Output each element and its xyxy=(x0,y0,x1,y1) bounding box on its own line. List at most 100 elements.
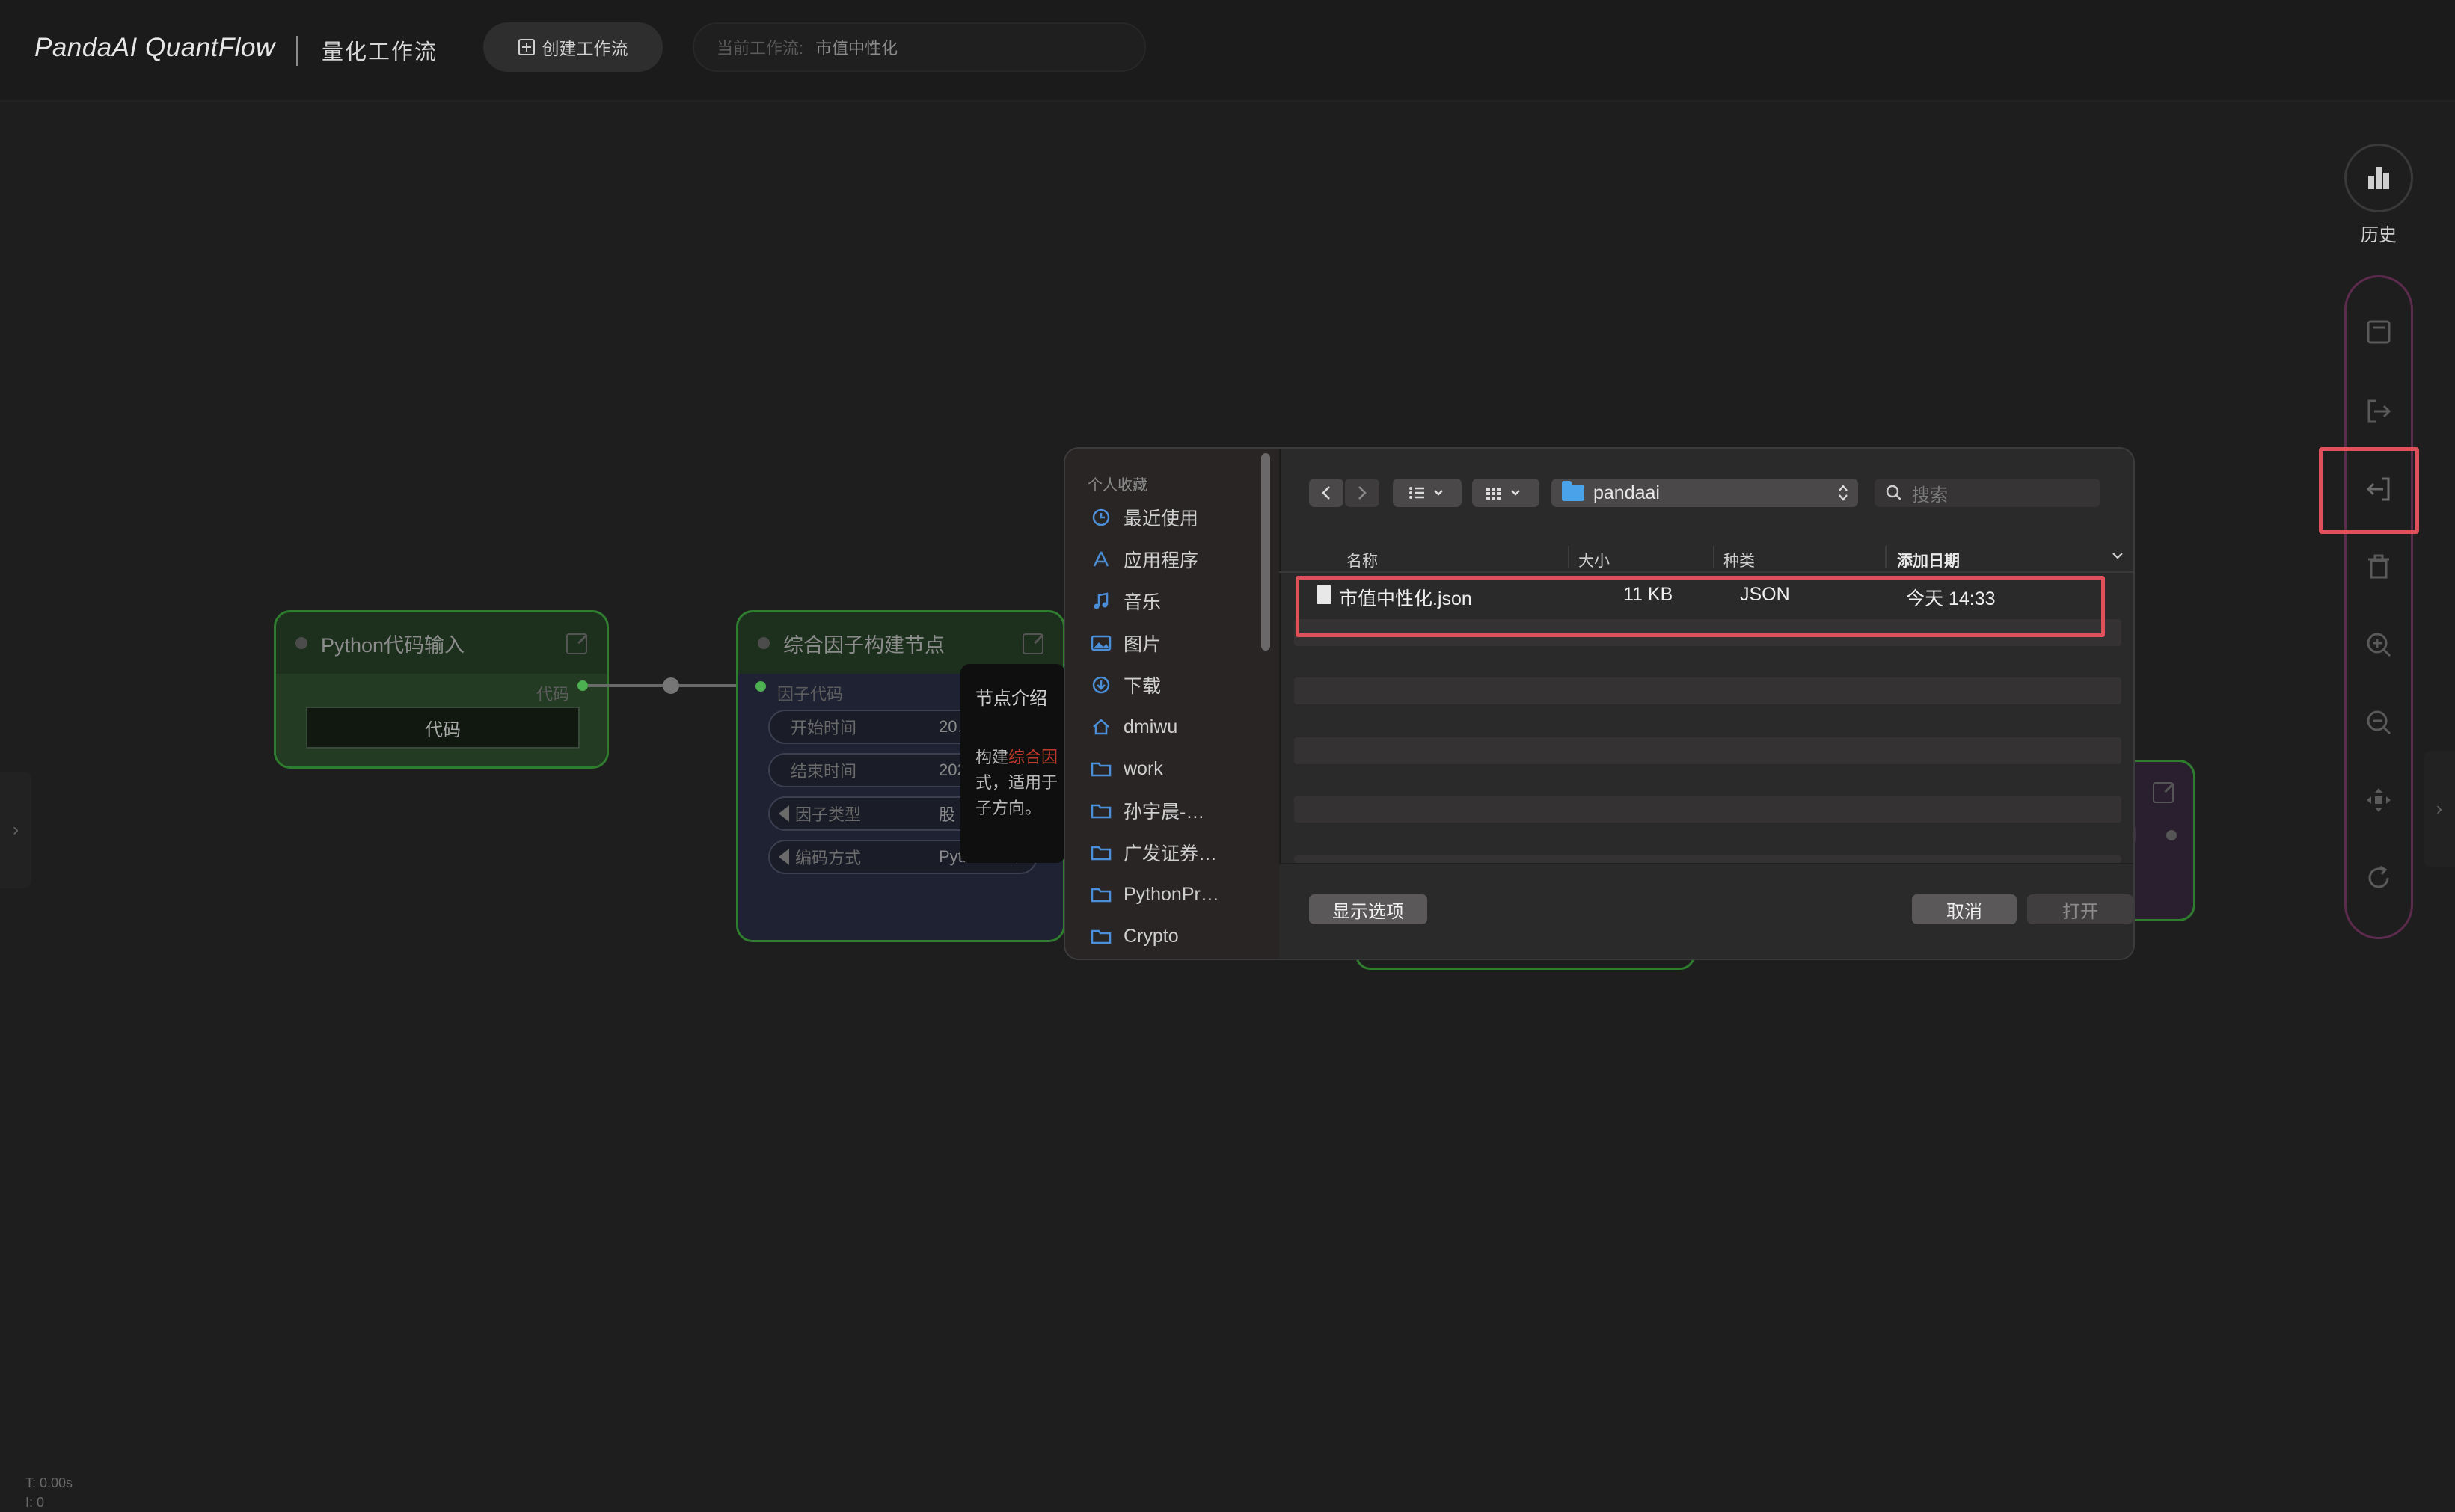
param-label: 开始时间 xyxy=(791,719,857,737)
right-panel-toggle[interactable]: › xyxy=(2424,751,2455,867)
open-button[interactable]: 打开 xyxy=(2027,894,2133,924)
up-down-chevron-icon xyxy=(1839,485,1848,501)
input-port[interactable] xyxy=(755,681,766,692)
forward-button[interactable] xyxy=(1345,479,1379,507)
column-divider xyxy=(1568,546,1569,568)
folder-icon xyxy=(1091,843,1112,862)
sidebar-item-music[interactable]: 音乐 xyxy=(1091,585,1161,618)
folder-icon xyxy=(1091,801,1112,820)
status-time: T: 0.00s xyxy=(25,1475,73,1490)
search-placeholder: 搜索 xyxy=(1912,485,1948,505)
create-workflow-button[interactable]: 创建工作流 xyxy=(483,22,663,72)
sidebar-item-applications[interactable]: 应用程序 xyxy=(1091,543,1198,576)
download-icon xyxy=(1091,675,1112,695)
sidebar-item-label: 音乐 xyxy=(1124,592,1162,613)
dialog-sidebar: 个人收藏 最近使用 应用程序 音乐 图片 下载 dmiwu work 孙宇晨-…… xyxy=(1065,449,1281,959)
current-workflow-field[interactable]: 当前工作流: 市值中性化 xyxy=(693,22,1146,72)
edge-handle[interactable] xyxy=(663,677,679,694)
sort-chevron-icon[interactable] xyxy=(2111,550,2124,561)
input-port-label: 因子代码 xyxy=(777,685,844,704)
column-divider xyxy=(1713,546,1714,568)
file-list-header: 名称 大小 种类 添加日期 xyxy=(1279,540,2133,573)
show-options-button[interactable]: 显示选项 xyxy=(1309,894,1427,924)
grid-view-icon xyxy=(1486,488,1520,500)
dialog-toolbar: pandaai 搜索 xyxy=(1279,449,2133,538)
empty-row xyxy=(1294,855,2121,863)
grid-view-button[interactable] xyxy=(1472,479,1539,507)
app-subtitle: 量化工作流 xyxy=(322,40,438,64)
sidebar-item-recents[interactable]: 最近使用 xyxy=(1091,501,1198,534)
empty-row xyxy=(1294,677,2121,704)
import-highlight-box xyxy=(2319,447,2419,534)
input-port[interactable] xyxy=(2166,830,2177,840)
current-workflow-name: 市值中性化 xyxy=(815,39,898,58)
app-title: PandaAI QuantFlow xyxy=(34,33,275,62)
delete-icon[interactable] xyxy=(2361,549,2397,585)
history-label: 历史 xyxy=(2361,225,2397,245)
sidebar-item-label: 应用程序 xyxy=(1124,550,1199,571)
pictures-icon xyxy=(1091,633,1112,653)
sidebar-item-label: 最近使用 xyxy=(1124,508,1199,529)
file-open-dialog: 个人收藏 最近使用 应用程序 音乐 图片 下载 dmiwu work 孙宇晨-…… xyxy=(1064,447,2135,960)
status-readout: T: 0.00s I: 0 xyxy=(25,1473,73,1512)
output-port[interactable] xyxy=(577,680,588,691)
sidebar-item-label: 下载 xyxy=(1124,676,1162,697)
edit-icon[interactable] xyxy=(1023,633,1043,654)
title-divider xyxy=(296,36,298,66)
chevron-right-icon xyxy=(1358,486,1367,500)
column-kind[interactable]: 种类 xyxy=(1723,549,1755,571)
node-intro-tooltip: 节点介绍 构建综合因式，适用于子方向。 xyxy=(960,664,1065,863)
sidebar-item-folder[interactable]: 孙宇晨-… xyxy=(1091,794,1204,827)
folder-path-popup[interactable]: pandaai xyxy=(1551,479,1858,507)
column-size[interactable]: 大小 xyxy=(1578,549,1610,571)
chevron-left-icon[interactable] xyxy=(779,805,789,822)
edit-icon[interactable] xyxy=(566,633,587,654)
sidebar-item-folder[interactable]: 广发证券… xyxy=(1091,836,1217,869)
column-name[interactable]: 名称 xyxy=(1346,549,1378,571)
fit-view-icon[interactable] xyxy=(2361,782,2397,818)
sidebar-item-home[interactable]: dmiwu xyxy=(1091,710,1177,743)
sidebar-item-folder[interactable]: work xyxy=(1091,752,1163,785)
cancel-button[interactable]: 取消 xyxy=(1912,894,2017,924)
dialog-search-field[interactable]: 搜索 xyxy=(1875,479,2100,507)
zoom-out-icon[interactable] xyxy=(2361,704,2397,740)
folder-icon xyxy=(1091,759,1112,778)
chevron-left-icon[interactable] xyxy=(779,849,789,865)
sidebar-item-label: Crypto xyxy=(1124,925,1179,947)
sidebar-item-folder[interactable]: Crypto xyxy=(1091,920,1179,953)
sidebar-item-folder[interactable]: PythonPr… xyxy=(1091,878,1219,911)
folder-icon xyxy=(1091,926,1112,946)
code-input-button[interactable]: 代码 xyxy=(306,707,580,749)
sidebar-item-downloads[interactable]: 下载 xyxy=(1091,669,1161,701)
file-highlight-box xyxy=(1296,576,2105,637)
left-panel-toggle[interactable]: › xyxy=(0,772,31,888)
node-title: 综合因子构建节点 xyxy=(783,633,945,657)
history-button[interactable] xyxy=(2344,144,2413,212)
sidebar-item-pictures[interactable]: 图片 xyxy=(1091,627,1161,660)
search-icon xyxy=(1886,485,1901,500)
export-icon[interactable] xyxy=(2361,393,2397,429)
param-label: 编码方式 xyxy=(795,849,862,867)
back-button[interactable] xyxy=(1309,479,1343,507)
param-label: 结束时间 xyxy=(791,762,857,781)
sidebar-item-label: 孙宇晨-… xyxy=(1124,802,1205,823)
list-view-icon xyxy=(1409,487,1443,499)
bar-chart-icon xyxy=(2368,167,2389,189)
current-workflow-label: 当前工作流: xyxy=(717,39,804,58)
node-status-dot xyxy=(758,637,770,649)
save-icon[interactable] xyxy=(2361,314,2397,350)
zoom-in-icon[interactable] xyxy=(2361,627,2397,663)
empty-row xyxy=(1294,737,2121,764)
dialog-footer: 显示选项 取消 打开 xyxy=(1279,863,2133,959)
node-status-dot xyxy=(295,637,307,649)
list-view-button[interactable] xyxy=(1393,479,1462,507)
python-code-input-node[interactable]: Python代码输入 代码 代码 xyxy=(274,610,609,769)
current-folder-name: pandaai xyxy=(1593,482,1660,503)
sidebar-scrollbar[interactable] xyxy=(1261,453,1270,651)
tooltip-title: 节点介绍 xyxy=(975,689,1047,709)
status-count: I: 0 xyxy=(25,1495,45,1510)
node-header[interactable]: Python代码输入 xyxy=(276,612,607,674)
column-date-added[interactable]: 添加日期 xyxy=(1897,549,1960,571)
edit-icon[interactable] xyxy=(2153,782,2174,803)
refresh-icon[interactable] xyxy=(2361,860,2397,896)
